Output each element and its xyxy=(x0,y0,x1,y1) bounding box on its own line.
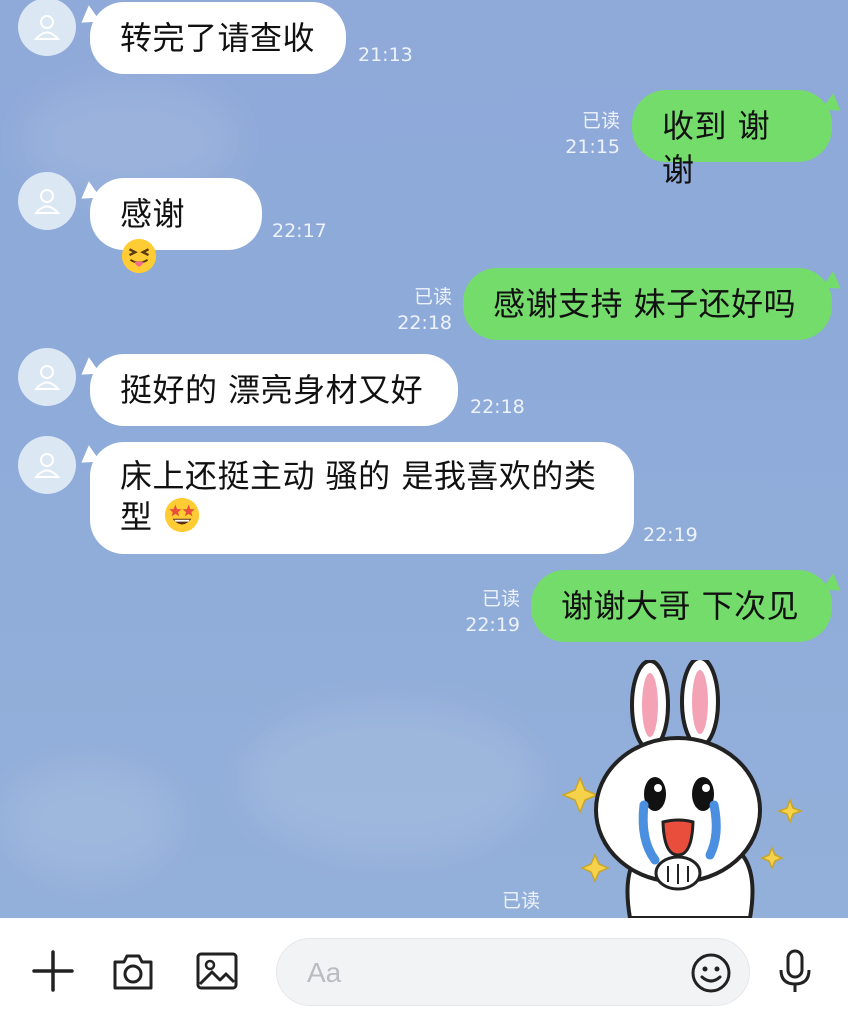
message-text: 转完了请查收 xyxy=(120,19,316,57)
message-bubble[interactable]: 挺好的 漂亮身材又好 xyxy=(90,354,458,426)
emoji-button[interactable] xyxy=(689,951,733,995)
squinting-tongue-emoji xyxy=(121,238,157,274)
microphone-button[interactable] xyxy=(770,946,820,996)
message-bubble[interactable]: 谢谢大哥 下次见 xyxy=(531,570,832,642)
star-struck-emoji xyxy=(165,497,200,533)
person-icon xyxy=(33,189,61,214)
background-cloud xyxy=(240,700,540,860)
message-text: 挺好的 漂亮身材又好 xyxy=(120,371,424,409)
message-time: 21:13 xyxy=(358,44,413,66)
message-time: 22:19 xyxy=(643,524,698,546)
message-text: 感谢支持 妹子还好吗 xyxy=(493,285,797,323)
emoji-icon xyxy=(691,953,731,993)
message-input[interactable] xyxy=(305,949,669,997)
message-text: 床上还挺主动 骚的 是我喜欢的类 xyxy=(120,457,597,495)
message-bubble[interactable]: 转完了请查收 xyxy=(90,2,346,74)
message-text: 型 xyxy=(120,498,153,536)
contact-avatar[interactable] xyxy=(18,172,76,230)
read-receipt: 已读 21:15 xyxy=(565,110,620,158)
plus-button[interactable] xyxy=(28,946,78,996)
message-input-field[interactable] xyxy=(276,938,750,1006)
message-text: 感谢 xyxy=(120,195,186,233)
plus-icon xyxy=(32,950,74,992)
person-icon xyxy=(33,365,61,390)
person-icon xyxy=(33,453,61,478)
contact-avatar[interactable] xyxy=(18,436,76,494)
image-icon xyxy=(196,952,238,990)
message-text: 收到 谢谢 xyxy=(662,107,771,189)
message-text: 谢谢大哥 下次见 xyxy=(561,587,800,625)
crying-bunny-sticker[interactable] xyxy=(560,660,820,918)
read-receipt: 已读 xyxy=(501,890,540,912)
camera-icon xyxy=(113,954,153,990)
message-time: 22:17 xyxy=(272,220,327,242)
microphone-icon xyxy=(779,949,811,992)
contact-avatar[interactable] xyxy=(18,0,76,56)
message-bubble[interactable]: 感谢 xyxy=(90,178,262,274)
input-bar xyxy=(0,918,848,1024)
read-receipt: 已读 22:18 xyxy=(397,286,452,334)
message-bubble[interactable]: 床上还挺主动 骚的 是我喜欢的类 型 xyxy=(90,442,634,554)
contact-avatar[interactable] xyxy=(18,348,76,406)
camera-button[interactable] xyxy=(108,946,158,996)
read-receipt: 已读 22:19 xyxy=(465,588,520,636)
message-bubble[interactable]: 收到 谢谢 xyxy=(632,90,832,189)
message-bubble[interactable]: 感谢支持 妹子还好吗 xyxy=(463,268,832,340)
person-icon xyxy=(33,15,61,40)
chat-area[interactable]: 转完了请查收 21:13 已读 21:15 收到 谢谢 感谢 22:17 已读 … xyxy=(0,0,848,918)
message-time: 22:18 xyxy=(470,396,525,418)
background-cloud xyxy=(0,760,180,880)
image-button[interactable] xyxy=(192,946,242,996)
